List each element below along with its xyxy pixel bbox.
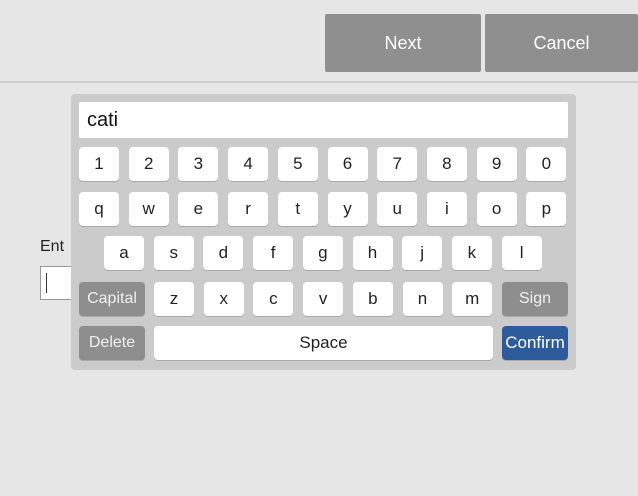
confirm-key[interactable]: Confirm xyxy=(502,326,568,360)
key-h[interactable]: h xyxy=(352,236,393,270)
key-b[interactable]: b xyxy=(352,282,393,316)
cancel-button[interactable]: Cancel xyxy=(485,14,638,72)
key-a[interactable]: a xyxy=(104,236,144,270)
key-u[interactable]: u xyxy=(377,192,418,226)
key-r[interactable]: r xyxy=(228,192,269,226)
key-f[interactable]: f xyxy=(253,236,294,270)
key-n[interactable]: n xyxy=(402,282,443,316)
key-l[interactable]: l xyxy=(501,236,542,270)
key-4[interactable]: 4 xyxy=(228,147,269,181)
key-g[interactable]: g xyxy=(302,236,343,270)
key-7[interactable]: 7 xyxy=(377,147,418,181)
key-i[interactable]: i xyxy=(426,192,467,226)
key-v[interactable]: v xyxy=(303,282,344,316)
key-y[interactable]: y xyxy=(327,192,368,226)
key-6[interactable]: 6 xyxy=(327,147,368,181)
key-p[interactable]: p xyxy=(526,192,567,226)
key-z[interactable]: z xyxy=(154,282,194,316)
field-label: Ent xyxy=(40,238,65,255)
key-m[interactable]: m xyxy=(452,282,493,316)
key-k[interactable]: k xyxy=(451,236,492,270)
key-q[interactable]: q xyxy=(79,192,119,226)
key-2[interactable]: 2 xyxy=(128,147,169,181)
space-key[interactable]: Space xyxy=(154,326,493,360)
key-e[interactable]: e xyxy=(178,192,219,226)
capital-key[interactable]: Capital xyxy=(79,282,145,316)
key-0[interactable]: 0 xyxy=(526,147,567,181)
key-c[interactable]: c xyxy=(253,282,294,316)
top-toolbar: Next Cancel xyxy=(0,0,638,83)
key-d[interactable]: d xyxy=(203,236,244,270)
key-5[interactable]: 5 xyxy=(277,147,318,181)
virtual-keyboard: cati 1 2 3 4 5 6 7 8 9 0 q w e r t y u i o p a s d f g h j k l Capita… xyxy=(71,94,576,370)
key-3[interactable]: 3 xyxy=(178,147,219,181)
key-x[interactable]: x xyxy=(203,282,244,316)
key-j[interactable]: j xyxy=(402,236,443,270)
key-t[interactable]: t xyxy=(277,192,318,226)
next-button[interactable]: Next xyxy=(325,14,481,72)
delete-key[interactable]: Delete xyxy=(79,326,145,360)
key-w[interactable]: w xyxy=(128,192,169,226)
keyboard-input-display: cati xyxy=(79,102,568,138)
key-1[interactable]: 1 xyxy=(79,147,119,181)
text-cursor xyxy=(46,273,47,293)
key-o[interactable]: o xyxy=(476,192,517,226)
key-s[interactable]: s xyxy=(153,236,194,270)
key-8[interactable]: 8 xyxy=(426,147,467,181)
sign-key[interactable]: Sign xyxy=(502,282,568,316)
key-9[interactable]: 9 xyxy=(476,147,517,181)
